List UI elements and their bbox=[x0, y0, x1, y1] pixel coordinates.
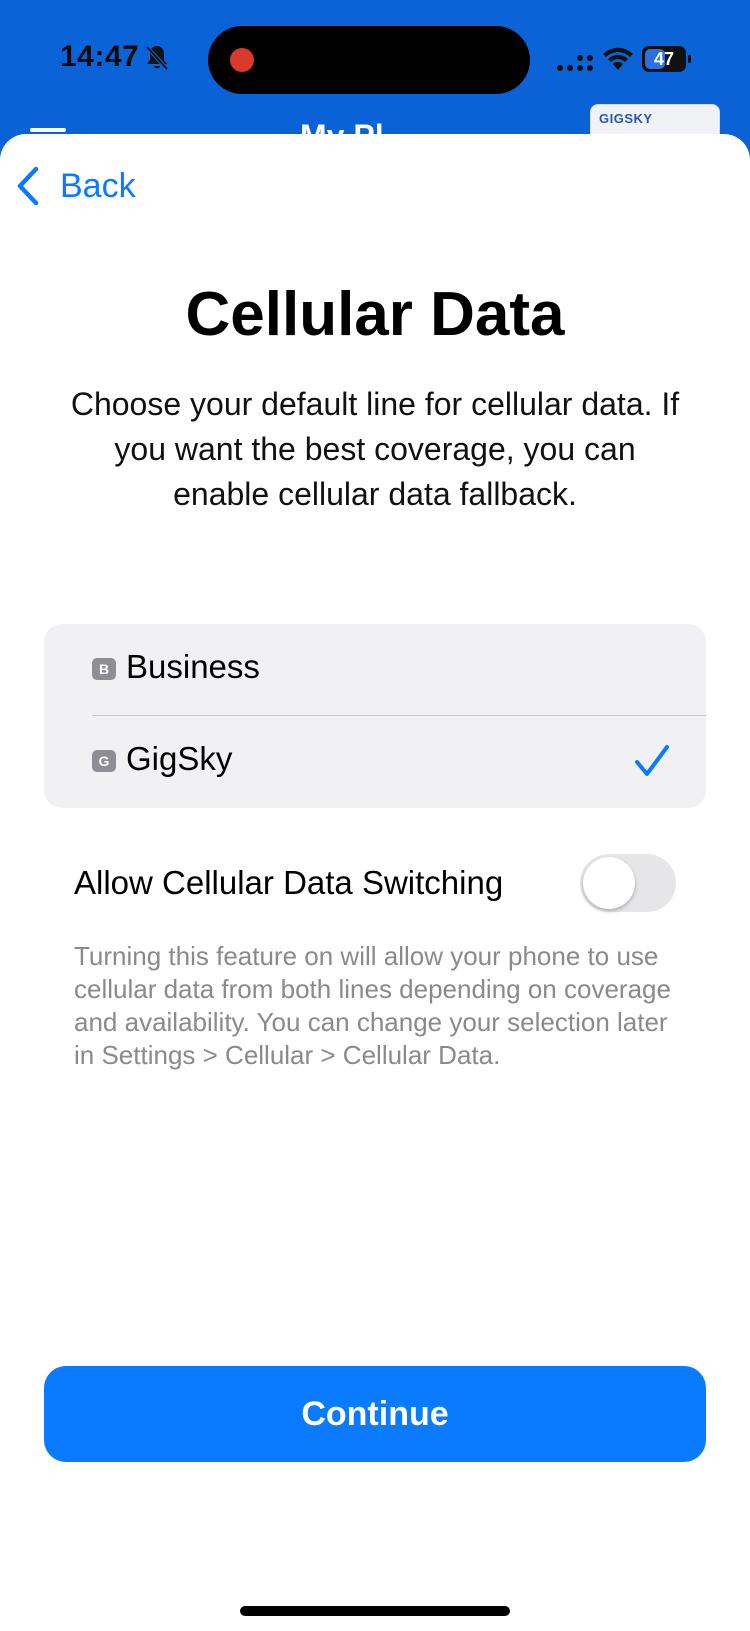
toggle-knob bbox=[583, 857, 635, 909]
back-button[interactable]: Back bbox=[16, 164, 136, 208]
switching-label: Allow Cellular Data Switching bbox=[74, 864, 504, 901]
line-label: Business bbox=[126, 648, 260, 685]
dynamic-island bbox=[208, 26, 530, 94]
line-label: GigSky bbox=[126, 740, 233, 777]
line-option-business[interactable]: B Business bbox=[44, 624, 706, 716]
wifi-icon bbox=[603, 47, 633, 70]
line-badge-b: B bbox=[92, 658, 116, 680]
switching-description: Turning this feature on will allow your … bbox=[74, 941, 671, 1070]
status-time: 14:47 bbox=[60, 40, 140, 73]
cellular-data-switching-row: Allow Cellular Data Switching bbox=[74, 854, 679, 914]
gigsky-logo: GIGSKY bbox=[599, 111, 653, 126]
page-subtitle: Choose your default line for cellular da… bbox=[70, 386, 680, 512]
battery-icon: 47 bbox=[642, 46, 692, 72]
signal-icon bbox=[557, 55, 593, 71]
status-bar: 14:47 47 bbox=[0, 0, 750, 120]
continue-button[interactable]: Continue bbox=[44, 1366, 706, 1462]
checkmark-icon bbox=[635, 745, 669, 776]
bell-off-icon bbox=[145, 45, 169, 71]
line-list: B Business G GigSky bbox=[44, 624, 706, 808]
menu-icon bbox=[30, 128, 66, 132]
back-label: Back bbox=[60, 166, 136, 205]
recording-indicator-icon bbox=[230, 48, 254, 72]
line-badge-g: G bbox=[92, 750, 116, 772]
home-indicator bbox=[240, 1606, 510, 1616]
battery-level: 47 bbox=[653, 49, 675, 69]
page-title: Cellular Data bbox=[185, 280, 565, 349]
cellular-data-switching-toggle[interactable] bbox=[580, 854, 676, 912]
chevron-left-icon bbox=[17, 166, 39, 206]
screen: 14:47 47 GIGSKY Back Cellular Data Choos… bbox=[0, 0, 750, 1631]
line-option-gigsky[interactable]: G GigSky bbox=[44, 716, 706, 808]
cellular-data-sheet: Back Cellular Data Choose your default l… bbox=[0, 134, 750, 1631]
